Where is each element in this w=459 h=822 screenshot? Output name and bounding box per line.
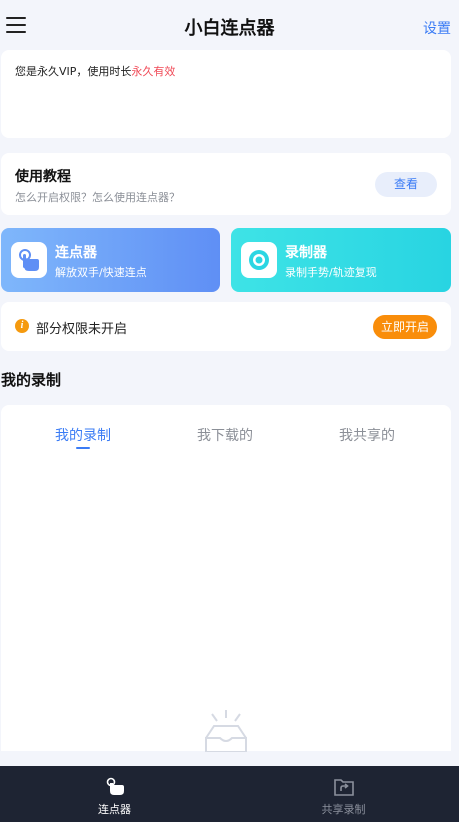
info-icon: i <box>15 319 29 333</box>
tab-downloaded[interactable]: 我下载的 <box>180 425 270 445</box>
clicker-feature-card[interactable]: 连点器 解放双手/快速连点 <box>1 228 220 292</box>
clicker-feature-subtitle: 解放双手/快速连点 <box>55 266 147 279</box>
page-title: 小白连点器 <box>184 18 275 39</box>
recorder-feature-title: 录制器 <box>285 245 327 261</box>
settings-button[interactable]: 设置 <box>423 18 451 38</box>
permission-banner: i 部分权限未开启 立即开启 <box>1 302 451 351</box>
tutorial-subtitle: 怎么开启权限？怎么使用连点器？ <box>15 191 180 204</box>
top-bar: 小白连点器 设置 <box>0 0 459 50</box>
nav-label-clicker: 连点器 <box>98 803 131 816</box>
recorder-feature-subtitle: 录制手势/轨迹复现 <box>285 266 377 279</box>
share-folder-icon <box>333 779 354 796</box>
empty-box-icon <box>205 710 247 752</box>
vip-status-card: 您是永久VIP，使用时长永久有效 <box>1 50 451 138</box>
tutorial-title: 使用教程 <box>15 169 71 185</box>
vip-status-text: 您是永久VIP，使用时长永久有效 <box>15 63 175 79</box>
tab-shared[interactable]: 我共享的 <box>322 425 412 445</box>
enable-permission-button[interactable]: 立即开启 <box>373 315 437 339</box>
permission-text: 部分权限未开启 <box>36 322 128 337</box>
vip-duration-value: 永久有效 <box>131 65 176 78</box>
tutorial-card[interactable]: 使用教程 怎么开启权限？怎么使用连点器？ 查看 <box>1 153 451 215</box>
vip-status-prefix: 您是永久VIP，使用时长 <box>15 65 132 78</box>
bottom-navigation: 连点器 共享录制 <box>0 766 459 822</box>
tab-my-records[interactable]: 我的录制 <box>38 425 128 445</box>
recorder-feature-card[interactable]: 录制器 录制手势/轨迹复现 <box>231 228 451 292</box>
active-tab-indicator <box>76 447 90 449</box>
records-section-title: 我的录制 <box>1 371 62 389</box>
nav-item-clicker[interactable]: 连点器 <box>0 766 229 822</box>
hand-tap-icon <box>106 777 124 795</box>
nav-label-shared-records: 共享录制 <box>321 803 366 816</box>
clicker-feature-title: 连点器 <box>55 245 97 261</box>
hand-tap-icon <box>11 242 47 278</box>
record-icon <box>241 242 277 278</box>
nav-item-shared-records[interactable]: 共享录制 <box>229 766 458 822</box>
view-tutorial-button[interactable]: 查看 <box>375 172 437 197</box>
records-panel: 我的录制 我下载的 我共享的 <box>1 405 451 752</box>
